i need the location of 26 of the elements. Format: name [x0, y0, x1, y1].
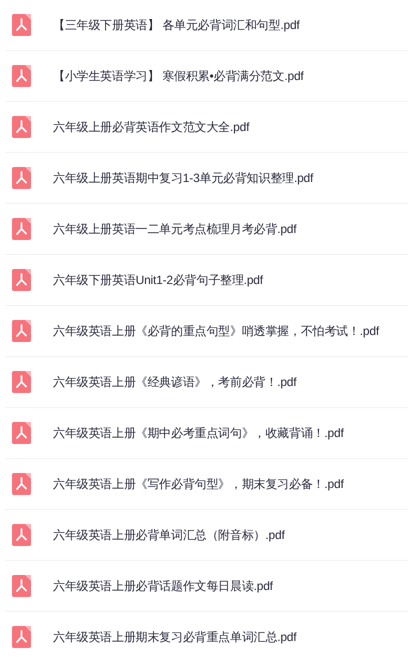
file-name[interactable]: 【三年级下册英语】 各单元必背词汇和句型.pdf: [53, 16, 300, 34]
pdf-file-icon: [12, 65, 31, 87]
pdf-file-icon: [12, 14, 31, 36]
pdf-file-icon: [12, 626, 31, 648]
file-name[interactable]: 六年级英语上册必背单词汇总（附音标）.pdf: [53, 526, 285, 544]
file-name[interactable]: 六年级上册英语期中复习1-3单元必背知识整理.pdf: [53, 169, 314, 187]
file-name[interactable]: 六年级英语上册《期中必考重点词句》，收藏背诵！.pdf: [53, 424, 344, 442]
pdf-file-icon: [12, 575, 31, 597]
pdf-file-icon: [12, 116, 31, 138]
file-name[interactable]: 六年级英语上册《必背的重点句型》哨透掌握，不怕考试！.pdf: [53, 322, 380, 340]
file-name[interactable]: 六年级英语上册《写作必背句型》，期末复习必备！.pdf: [53, 475, 344, 493]
file-name[interactable]: 六年级上册英语一二单元考点梳理月考必背.pdf: [53, 220, 296, 238]
pdf-file-icon: [12, 422, 31, 444]
pdf-file-icon: [12, 218, 31, 240]
file-name[interactable]: 六年级英语上册期末复习必背重点单词汇总.pdf: [53, 628, 296, 646]
pdf-file-icon: [12, 371, 31, 393]
pdf-file-icon: [12, 269, 31, 291]
file-name[interactable]: 六年级英语上册《经典谚语》，考前必背！.pdf: [53, 373, 296, 391]
file-name[interactable]: 【小学生英语学习】 寒假积累•必背满分范文.pdf: [53, 67, 304, 85]
file-name[interactable]: 六年级上册必背英语作文范文大全.pdf: [53, 118, 250, 136]
pdf-file-icon: [12, 473, 31, 495]
pdf-file-icon: [12, 167, 31, 189]
pdf-file-icon: [12, 524, 31, 546]
file-name[interactable]: 六年级下册英语Unit1-2必背句子整理.pdf: [53, 271, 263, 289]
pdf-file-icon: [12, 320, 31, 342]
file-name[interactable]: 六年级英语上册必背话题作文每日晨读.pdf: [53, 577, 273, 595]
